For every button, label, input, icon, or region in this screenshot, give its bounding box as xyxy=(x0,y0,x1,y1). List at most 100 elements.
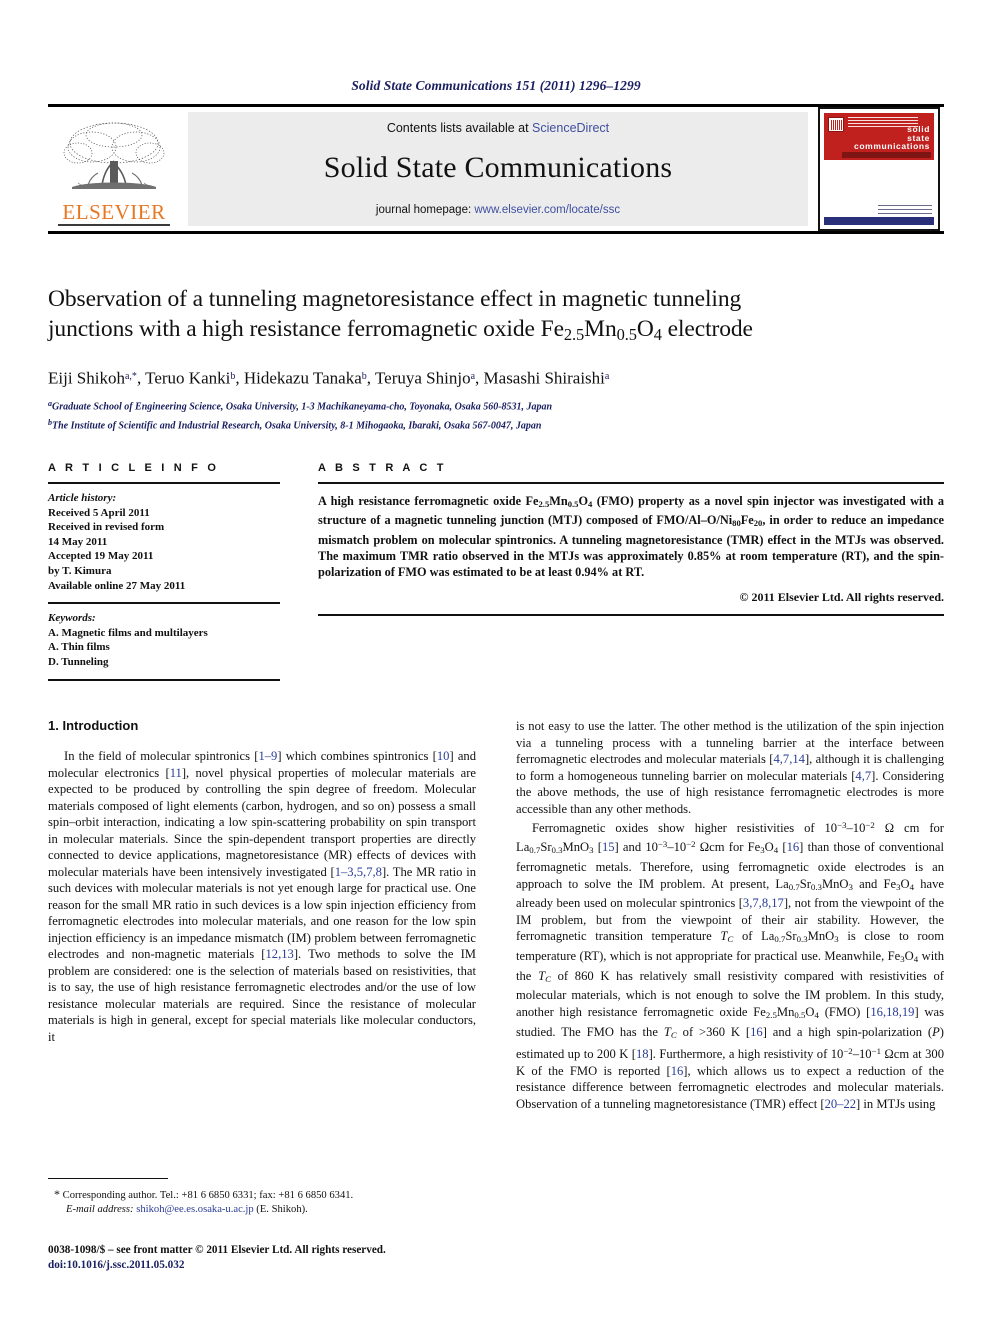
header-bottom-rule xyxy=(48,231,944,234)
citation-3-7-8-17[interactable]: 3,7,8,17 xyxy=(743,896,784,910)
author-4-name[interactable]: Teruya Shinjo xyxy=(375,369,471,388)
history-item-3: Accepted 19 May 2011 xyxy=(48,550,154,563)
author-1-name[interactable]: Eiji Shikoh xyxy=(48,369,125,388)
p2-seg-e: MnO xyxy=(562,840,590,855)
title-block: Observation of a tunneling magnetoresist… xyxy=(48,284,944,435)
p2-p-italic: P xyxy=(932,1024,940,1039)
p2-seg-s: of La xyxy=(733,929,775,944)
cover-journal-name: solid state communications xyxy=(854,125,930,151)
author-5-name[interactable]: Masashi Shiraishi xyxy=(484,369,605,388)
sciencedirect-link[interactable]: ScienceDirect xyxy=(532,121,609,135)
citation-1-9[interactable]: 1–9 xyxy=(258,749,277,763)
doi-line: doi:10.1016/j.ssc.2011.05.032 xyxy=(48,1258,488,1273)
cover-footer-lines xyxy=(878,205,932,214)
left-column: 1. Introduction In the field of molecula… xyxy=(48,718,476,1045)
article-info-heading: A R T I C L E I N F O xyxy=(48,462,220,474)
doi-label: doi: xyxy=(48,1259,67,1271)
journal-title: Solid State Communications xyxy=(323,151,673,184)
citation-20-22[interactable]: 20–22 xyxy=(825,1097,856,1111)
abstract-seg-3: O xyxy=(578,494,589,508)
running-head: Solid State Communications 151 (2011) 12… xyxy=(351,78,641,93)
citation-10[interactable]: 10 xyxy=(437,749,450,763)
paragraph-intro-1: In the field of molecular spintronics [1… xyxy=(48,748,476,1045)
article-info-rule-top xyxy=(48,482,280,484)
author-2-name[interactable]: Teruo Kanki xyxy=(145,369,230,388)
paper-page: Solid State Communications 151 (2011) 12… xyxy=(0,0,992,1323)
journal-cover-thumbnail[interactable]: solid state communications xyxy=(818,107,940,231)
p2-seg-ah: –10 xyxy=(852,1047,872,1062)
p2-seg-j: O xyxy=(764,840,774,855)
history-item-0: Received 5 April 2011 xyxy=(48,506,150,519)
citation-16-c[interactable]: 16 xyxy=(671,1064,684,1078)
citation-4-7[interactable]: 4,7 xyxy=(855,769,871,783)
cover-line-3: communications xyxy=(854,141,930,151)
p2-sub-6: 0.7 xyxy=(788,881,800,892)
paragraph-intro-2: Ferromagnetic oxides show higher resisti… xyxy=(516,817,944,1112)
journal-homepage-link[interactable]: www.elsevier.com/locate/ssc xyxy=(474,204,620,216)
affiliation-list: aGraduate School of Engineering Science,… xyxy=(48,397,944,434)
p2-seg-k: [ xyxy=(778,840,787,855)
abstract-sub-1: 2.5 xyxy=(538,499,550,510)
p2-seg-i: Ωcm for Fe xyxy=(695,840,761,855)
p2-sub-16: 2.5 xyxy=(765,1010,777,1021)
affiliation-a: aGraduate School of Engineering Science,… xyxy=(48,397,944,415)
history-item-1: Received in revised form xyxy=(48,521,165,534)
title-line-2a: junctions with a high resistance ferroma… xyxy=(48,316,564,342)
footnote-star-marker: * xyxy=(54,1187,60,1201)
cover-blue-bar xyxy=(824,217,934,225)
history-item-4: by T. Kimura xyxy=(48,564,112,577)
header-top-rule xyxy=(48,104,944,107)
journal-homepage-line: journal homepage: www.elsevier.com/locat… xyxy=(376,204,620,216)
author-5-marks: a xyxy=(604,371,610,383)
article-info-rule-bottom xyxy=(48,678,280,681)
p2-sup-2: −2 xyxy=(865,820,875,830)
p2-seg-n: MnO xyxy=(821,876,849,891)
title-sub-3: 4 xyxy=(653,325,662,345)
p1-seg-f: ]. Two methods to solve the IM problem a… xyxy=(48,947,476,1044)
keyword-2: D. Tunneling xyxy=(48,655,109,668)
citation-12-13[interactable]: 12,13 xyxy=(266,947,294,961)
abstract-copyright: © 2011 Elsevier Ltd. All rights reserved… xyxy=(739,590,944,605)
citation-18[interactable]: 18 xyxy=(636,1047,649,1061)
p1-seg-a: In the field of molecular spintronics [ xyxy=(64,749,259,763)
cover-publisher-logo-icon xyxy=(828,117,844,132)
abstract-rule-bottom xyxy=(318,614,944,617)
p2-sub-12: 0.3 xyxy=(796,934,808,945)
p2-seg-b: –10 xyxy=(846,820,866,835)
citation-16-a[interactable]: 16 xyxy=(787,840,800,854)
citation-1-3-5-7-8[interactable]: 1–3,5,7,8 xyxy=(335,865,382,879)
abstract-seg-2: Mn xyxy=(549,494,568,508)
keywords-label: Keywords: xyxy=(48,612,96,625)
p1-seg-b: ] which combines spintronics [ xyxy=(277,749,437,763)
citation-15[interactable]: 15 xyxy=(602,840,615,854)
author-list: Eiji Shikoha,*, Teruo Kankib, Hidekazu T… xyxy=(48,368,610,388)
contents-panel: Contents lists available at ScienceDirec… xyxy=(188,112,808,226)
p2-sub-2: 0.3 xyxy=(551,845,563,856)
abstract-rule-top xyxy=(318,482,944,484)
p2-seg-f: [ xyxy=(593,840,602,855)
p2-seg-g: ] and 10 xyxy=(614,840,658,855)
author-3-name[interactable]: Hidekazu Tanaka xyxy=(244,369,362,388)
p2-seg-w: O xyxy=(904,949,914,964)
email-link[interactable]: shikoh@ee.es.osaka-u.ac.jp xyxy=(136,1204,253,1215)
article-history-label: Article history: xyxy=(48,492,117,504)
citation-11[interactable]: 11 xyxy=(170,766,182,780)
abstract-sub-4: 80 xyxy=(732,518,741,529)
doi-value[interactable]: 10.1016/j.ssc.2011.05.032 xyxy=(67,1259,185,1271)
keywords-block: Keywords: A. Magnetic films and multilay… xyxy=(48,611,280,669)
history-item-5: Available online 27 May 2011 xyxy=(48,579,186,592)
keyword-0: A. Magnetic films and multilayers xyxy=(48,626,208,639)
contents-available-line: Contents lists available at ScienceDirec… xyxy=(387,121,609,135)
citation-4-7-14[interactable]: 4,7,14 xyxy=(773,752,804,766)
p2-tc-3: T xyxy=(663,1024,671,1039)
p2-seg-z: Mn xyxy=(776,1004,795,1019)
author-4-marks: a xyxy=(470,371,476,383)
p2-seg-p: O xyxy=(900,876,910,891)
citation-16-b[interactable]: 16 xyxy=(750,1025,763,1039)
title-line-2b: Mn xyxy=(584,316,617,342)
elsevier-logo: ELSEVIER xyxy=(52,112,176,226)
footnote-rule xyxy=(48,1178,168,1179)
p2-seg-o: and Fe xyxy=(852,876,897,891)
citation-16-18-19[interactable]: 16,18,19 xyxy=(870,1005,914,1019)
p2-seg-ab: (FMO) [ xyxy=(818,1004,871,1019)
